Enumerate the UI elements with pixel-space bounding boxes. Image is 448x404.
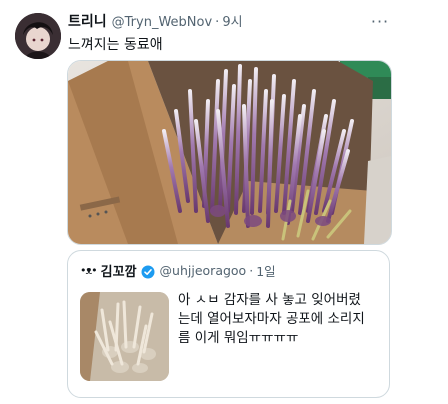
quoted-avatar[interactable]: •ᴥ• [80,264,98,277]
more-icon: ··· [370,11,390,31]
tweet-timestamp[interactable]: 9시 [222,11,242,30]
tweet-header: 트리니 @Tryn_WebNov · 9시 [68,11,243,31]
tweet-text: 느껴지는 동료애 [68,37,163,53]
quoted-photo-thumbnail[interactable] [80,292,169,381]
quoted-author-name[interactable]: 김꼬깜 [101,261,137,280]
quoted-header: •ᴥ• 김꼬깜 @uhjjeoragoo · 1일 [80,261,276,280]
quoted-timestamp[interactable]: 1일 [256,261,275,280]
more-options-button[interactable]: ··· [366,11,394,31]
separator-dot: · [215,15,220,30]
separator-dot: · [249,263,254,278]
quoted-text-line: 아 ㅅㅂ 감자를 사 놓고 잊어버렸 [178,292,361,308]
quoted-tweet[interactable]: •ᴥ• 김꼬깜 @uhjjeoragoo · 1일 아 ㅅㅂ 감자를 사 놓고 … [67,250,390,398]
quoted-text-line: 름 이게 뭐임ㅠㅠㅠㅠ [178,330,299,346]
tweet-photo[interactable] [67,60,392,245]
author-avatar[interactable] [15,13,61,59]
author-handle[interactable]: @Tryn_WebNov [112,15,213,30]
quoted-author-handle[interactable]: @uhjjeoragoo [160,263,247,278]
tweet[interactable]: 트리니 @Tryn_WebNov · 9시 ··· 느껴지는 동료애 •ᴥ• 김… [0,0,448,404]
quoted-text-line: 는데 열어보자마자 공포에 소리지 [178,311,365,327]
quoted-tweet-text: 아 ㅅㅂ 감자를 사 놓고 잊어버렸 는데 열어보자마자 공포에 소리지 름 이… [178,291,384,348]
verified-badge-icon [141,264,155,278]
author-name[interactable]: 트리니 [68,11,107,31]
